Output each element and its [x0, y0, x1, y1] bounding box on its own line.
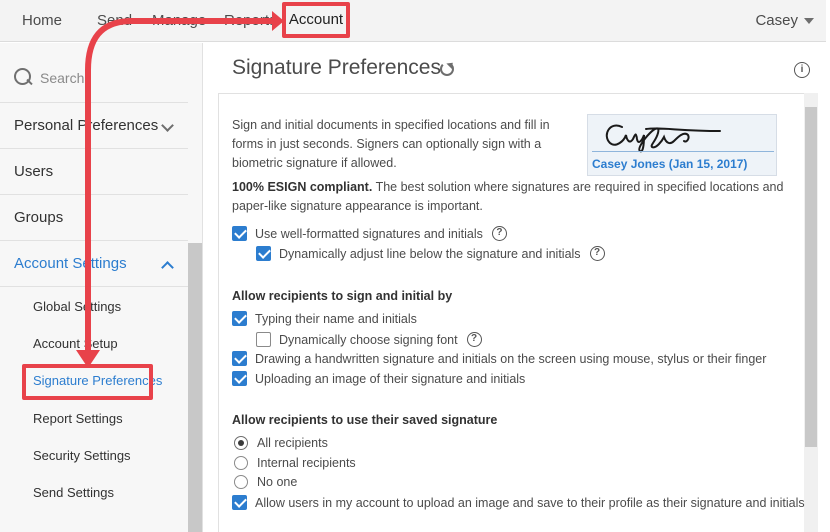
sidebar-item-label: Personal Preferences — [14, 117, 159, 134]
nav-manage[interactable]: Manage — [152, 12, 206, 29]
sidebar-item-label: Account Settings — [14, 255, 127, 272]
sidebar-subitem-global-settings[interactable]: Global Settings — [33, 299, 121, 314]
nav-send[interactable]: Send — [97, 12, 132, 29]
sidebar-item-users[interactable]: Users — [0, 149, 188, 195]
intro-text: Sign and initial documents in specified … — [232, 118, 550, 170]
option-label: Internal recipients — [257, 456, 356, 470]
sidebar-subitem-send-settings[interactable]: Send Settings — [33, 485, 114, 500]
option-allow-upload: Allow users in my account to upload an i… — [232, 495, 805, 510]
help-icon[interactable]: ? — [589, 246, 605, 261]
sidebar-item-account-settings[interactable]: Account Settings — [0, 241, 188, 287]
nav-home[interactable]: Home — [22, 12, 62, 29]
signature-preview: Casey Jones (Jan 15, 2017) — [587, 114, 777, 176]
user-name: Casey — [755, 12, 798, 29]
esign-text: 100% ESIGN compliant. The best solution … — [232, 178, 792, 216]
sidebar-item-label: Users — [14, 163, 54, 180]
checkbox-allow-upload[interactable] — [232, 495, 247, 510]
radio-no-one[interactable] — [234, 475, 248, 489]
sidebar-item-label: Groups — [14, 209, 64, 226]
sidebar-subitem-report-settings[interactable]: Report Settings — [33, 411, 123, 426]
search-icon — [14, 67, 34, 88]
option-typing: Typing their name and initials — [232, 311, 417, 326]
option-no-one: No one — [234, 475, 297, 489]
checkbox-well-formatted[interactable] — [232, 226, 247, 241]
chevron-up-icon — [161, 261, 174, 274]
sidebar-subitem-security-settings[interactable]: Security Settings — [33, 448, 131, 463]
option-well-formatted: Use well-formatted signatures and initia… — [232, 226, 507, 241]
radio-all-recipients[interactable] — [234, 436, 248, 450]
option-label: Uploading an image of their signature an… — [255, 371, 526, 386]
search-placeholder: Search — [40, 69, 85, 86]
option-label: Dynamically choose signing font — [279, 332, 458, 347]
checkbox-drawing[interactable] — [232, 351, 247, 366]
help-icon[interactable]: ? — [491, 226, 507, 241]
sidebar-item-personal-preferences[interactable]: Personal Preferences — [0, 103, 188, 149]
section-heading-sign-by: Allow recipients to sign and initial by — [232, 289, 453, 303]
top-nav: Home Send Manage Reports Account Casey — [0, 0, 826, 42]
sidebar-subitem-account-setup[interactable]: Account Setup — [33, 336, 118, 351]
checkbox-typing[interactable] — [232, 311, 247, 326]
help-icon[interactable]: ? — [466, 332, 482, 347]
option-adjust-line: Dynamically adjust line below the signat… — [256, 246, 605, 261]
checkbox-adjust-line[interactable] — [256, 246, 271, 261]
radio-internal-recipients[interactable] — [234, 456, 248, 470]
info-icon[interactable]: i — [794, 62, 810, 78]
esign-bold: 100% ESIGN compliant. — [232, 180, 373, 194]
option-drawing: Drawing a handwritten signature and init… — [232, 351, 766, 366]
refresh-icon[interactable] — [440, 62, 454, 76]
option-label: Drawing a handwritten signature and init… — [255, 351, 767, 366]
option-label: Dynamically adjust line below the signat… — [279, 246, 581, 261]
option-label: Typing their name and initials — [255, 311, 417, 326]
sidebar-item-groups[interactable]: Groups — [0, 195, 188, 241]
checkbox-choose-font[interactable] — [256, 332, 271, 347]
page-title: Signature Preferences — [232, 56, 441, 79]
section-heading-saved-signature: Allow recipients to use their saved sign… — [232, 413, 498, 427]
main-scrollbar[interactable] — [805, 107, 817, 447]
option-label: Allow users in my account to upload an i… — [255, 495, 805, 510]
option-label: No one — [257, 475, 298, 489]
option-all-recipients: All recipients — [234, 436, 328, 450]
annotation-highlight-box — [22, 364, 153, 400]
signature-caption: Casey Jones (Jan 15, 2017) — [592, 157, 748, 171]
sidebar-scrollbar[interactable] — [188, 243, 202, 532]
checkbox-uploading[interactable] — [232, 371, 247, 386]
signature-image — [605, 124, 721, 153]
option-uploading: Uploading an image of their signature an… — [232, 371, 525, 386]
option-choose-font: Dynamically choose signing font ? — [256, 332, 482, 347]
signature-line — [592, 151, 774, 152]
nav-reports[interactable]: Reports — [224, 12, 277, 29]
search-input[interactable]: Search — [0, 53, 188, 103]
nav-account[interactable]: Account — [282, 2, 350, 38]
option-label: All recipients — [257, 436, 328, 450]
chevron-down-icon — [804, 18, 814, 25]
chevron-down-icon — [161, 119, 174, 132]
user-menu[interactable]: Casey — [755, 12, 814, 29]
option-label: Use well-formatted signatures and initia… — [255, 226, 483, 241]
option-internal-recipients: Internal recipients — [234, 456, 356, 470]
